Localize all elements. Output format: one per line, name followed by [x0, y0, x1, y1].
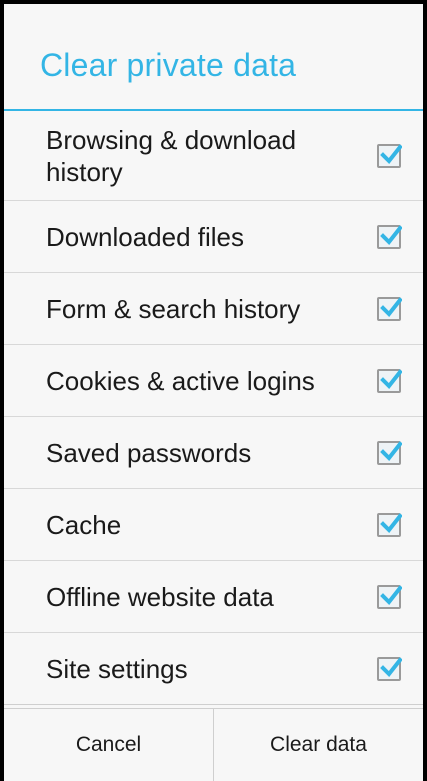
option-label: Cookies & active logins	[46, 365, 315, 396]
checkbox-checked[interactable]	[377, 296, 402, 321]
option-label: Browsing & download history	[46, 124, 297, 187]
option-label: Saved passwords	[46, 437, 252, 468]
option-offline-website-data[interactable]: Offline website data	[4, 561, 423, 633]
checkmark-icon	[380, 143, 402, 164]
option-form-search-history[interactable]: Form & search history	[4, 273, 423, 345]
checkbox-checked[interactable]	[377, 656, 402, 681]
checkbox-checked[interactable]	[377, 440, 402, 465]
checkmark-icon	[380, 656, 402, 677]
cancel-button[interactable]: Cancel	[4, 709, 213, 781]
checkmark-icon	[380, 296, 402, 317]
dialog-button-bar: Cancel Clear data	[4, 708, 423, 781]
option-cookies-logins[interactable]: Cookies & active logins	[4, 345, 423, 417]
checkmark-icon	[380, 584, 402, 605]
option-label: Form & search history	[46, 293, 301, 324]
checkbox-checked[interactable]	[377, 224, 402, 249]
option-cache[interactable]: Cache	[4, 489, 423, 561]
checkmark-icon	[380, 512, 402, 533]
checkbox-checked[interactable]	[377, 512, 402, 537]
checkmark-icon	[380, 368, 402, 389]
option-label: Cache	[46, 509, 122, 540]
option-label: Downloaded files	[46, 221, 245, 252]
checkmark-icon	[380, 224, 402, 245]
option-downloaded-files[interactable]: Downloaded files	[4, 201, 423, 273]
clear-private-data-dialog: Clear private data Browsing & download h…	[0, 0, 427, 781]
option-label: Site settings	[46, 653, 188, 684]
checkbox-checked[interactable]	[377, 368, 402, 393]
clear-data-button[interactable]: Clear data	[214, 709, 423, 781]
option-saved-passwords[interactable]: Saved passwords	[4, 417, 423, 489]
option-site-settings[interactable]: Site settings	[4, 633, 423, 705]
dialog-header: Clear private data	[4, 4, 423, 111]
checkmark-icon	[380, 440, 402, 461]
dialog-title: Clear private data	[40, 47, 297, 83]
option-label: Offline website data	[46, 581, 274, 612]
checkbox-checked[interactable]	[377, 143, 402, 168]
checkbox-checked[interactable]	[377, 584, 402, 609]
options-list: Browsing & download history Downloaded f…	[4, 111, 423, 705]
option-browsing-history[interactable]: Browsing & download history	[4, 111, 423, 201]
